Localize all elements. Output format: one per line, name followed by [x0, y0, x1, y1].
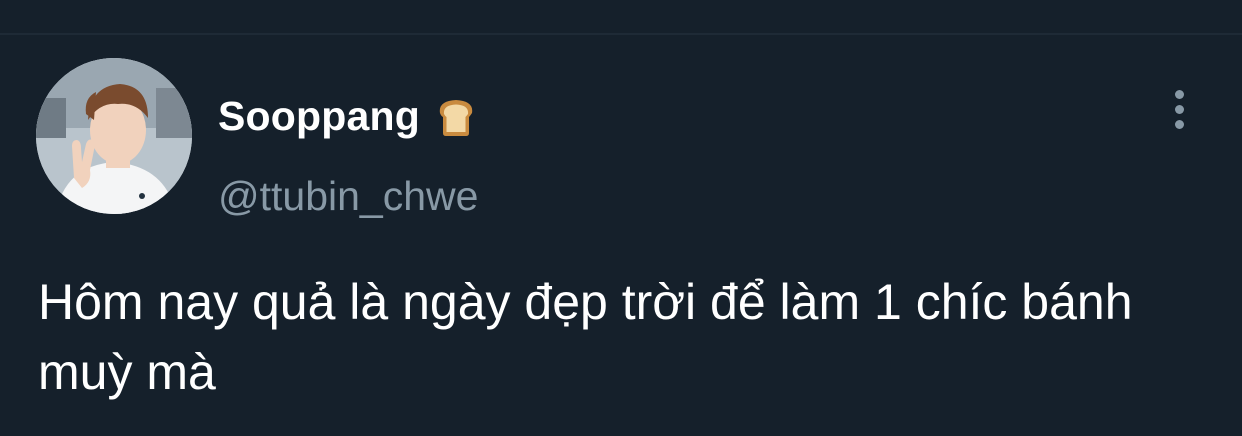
more-vertical-icon-dot: [1174, 119, 1184, 129]
user-handle[interactable]: @ttubin_chwe: [218, 173, 478, 220]
more-vertical-icon-dot: [1174, 104, 1184, 114]
tweet-text: Hôm nay quả là ngày đẹp trời để làm 1 ch…: [38, 274, 1133, 400]
more-vertical-icon: [1174, 89, 1184, 99]
tweet: Sooppang @ttubin_chwe Hôm nay quả là ngà…: [0, 35, 1242, 436]
display-name-text: Sooppang: [218, 93, 421, 139]
avatar-image: [36, 58, 192, 214]
avatar[interactable]: [36, 58, 192, 214]
display-name[interactable]: Sooppang: [218, 93, 478, 140]
more-options-button[interactable]: [1162, 87, 1196, 131]
bread-icon: [439, 99, 473, 136]
